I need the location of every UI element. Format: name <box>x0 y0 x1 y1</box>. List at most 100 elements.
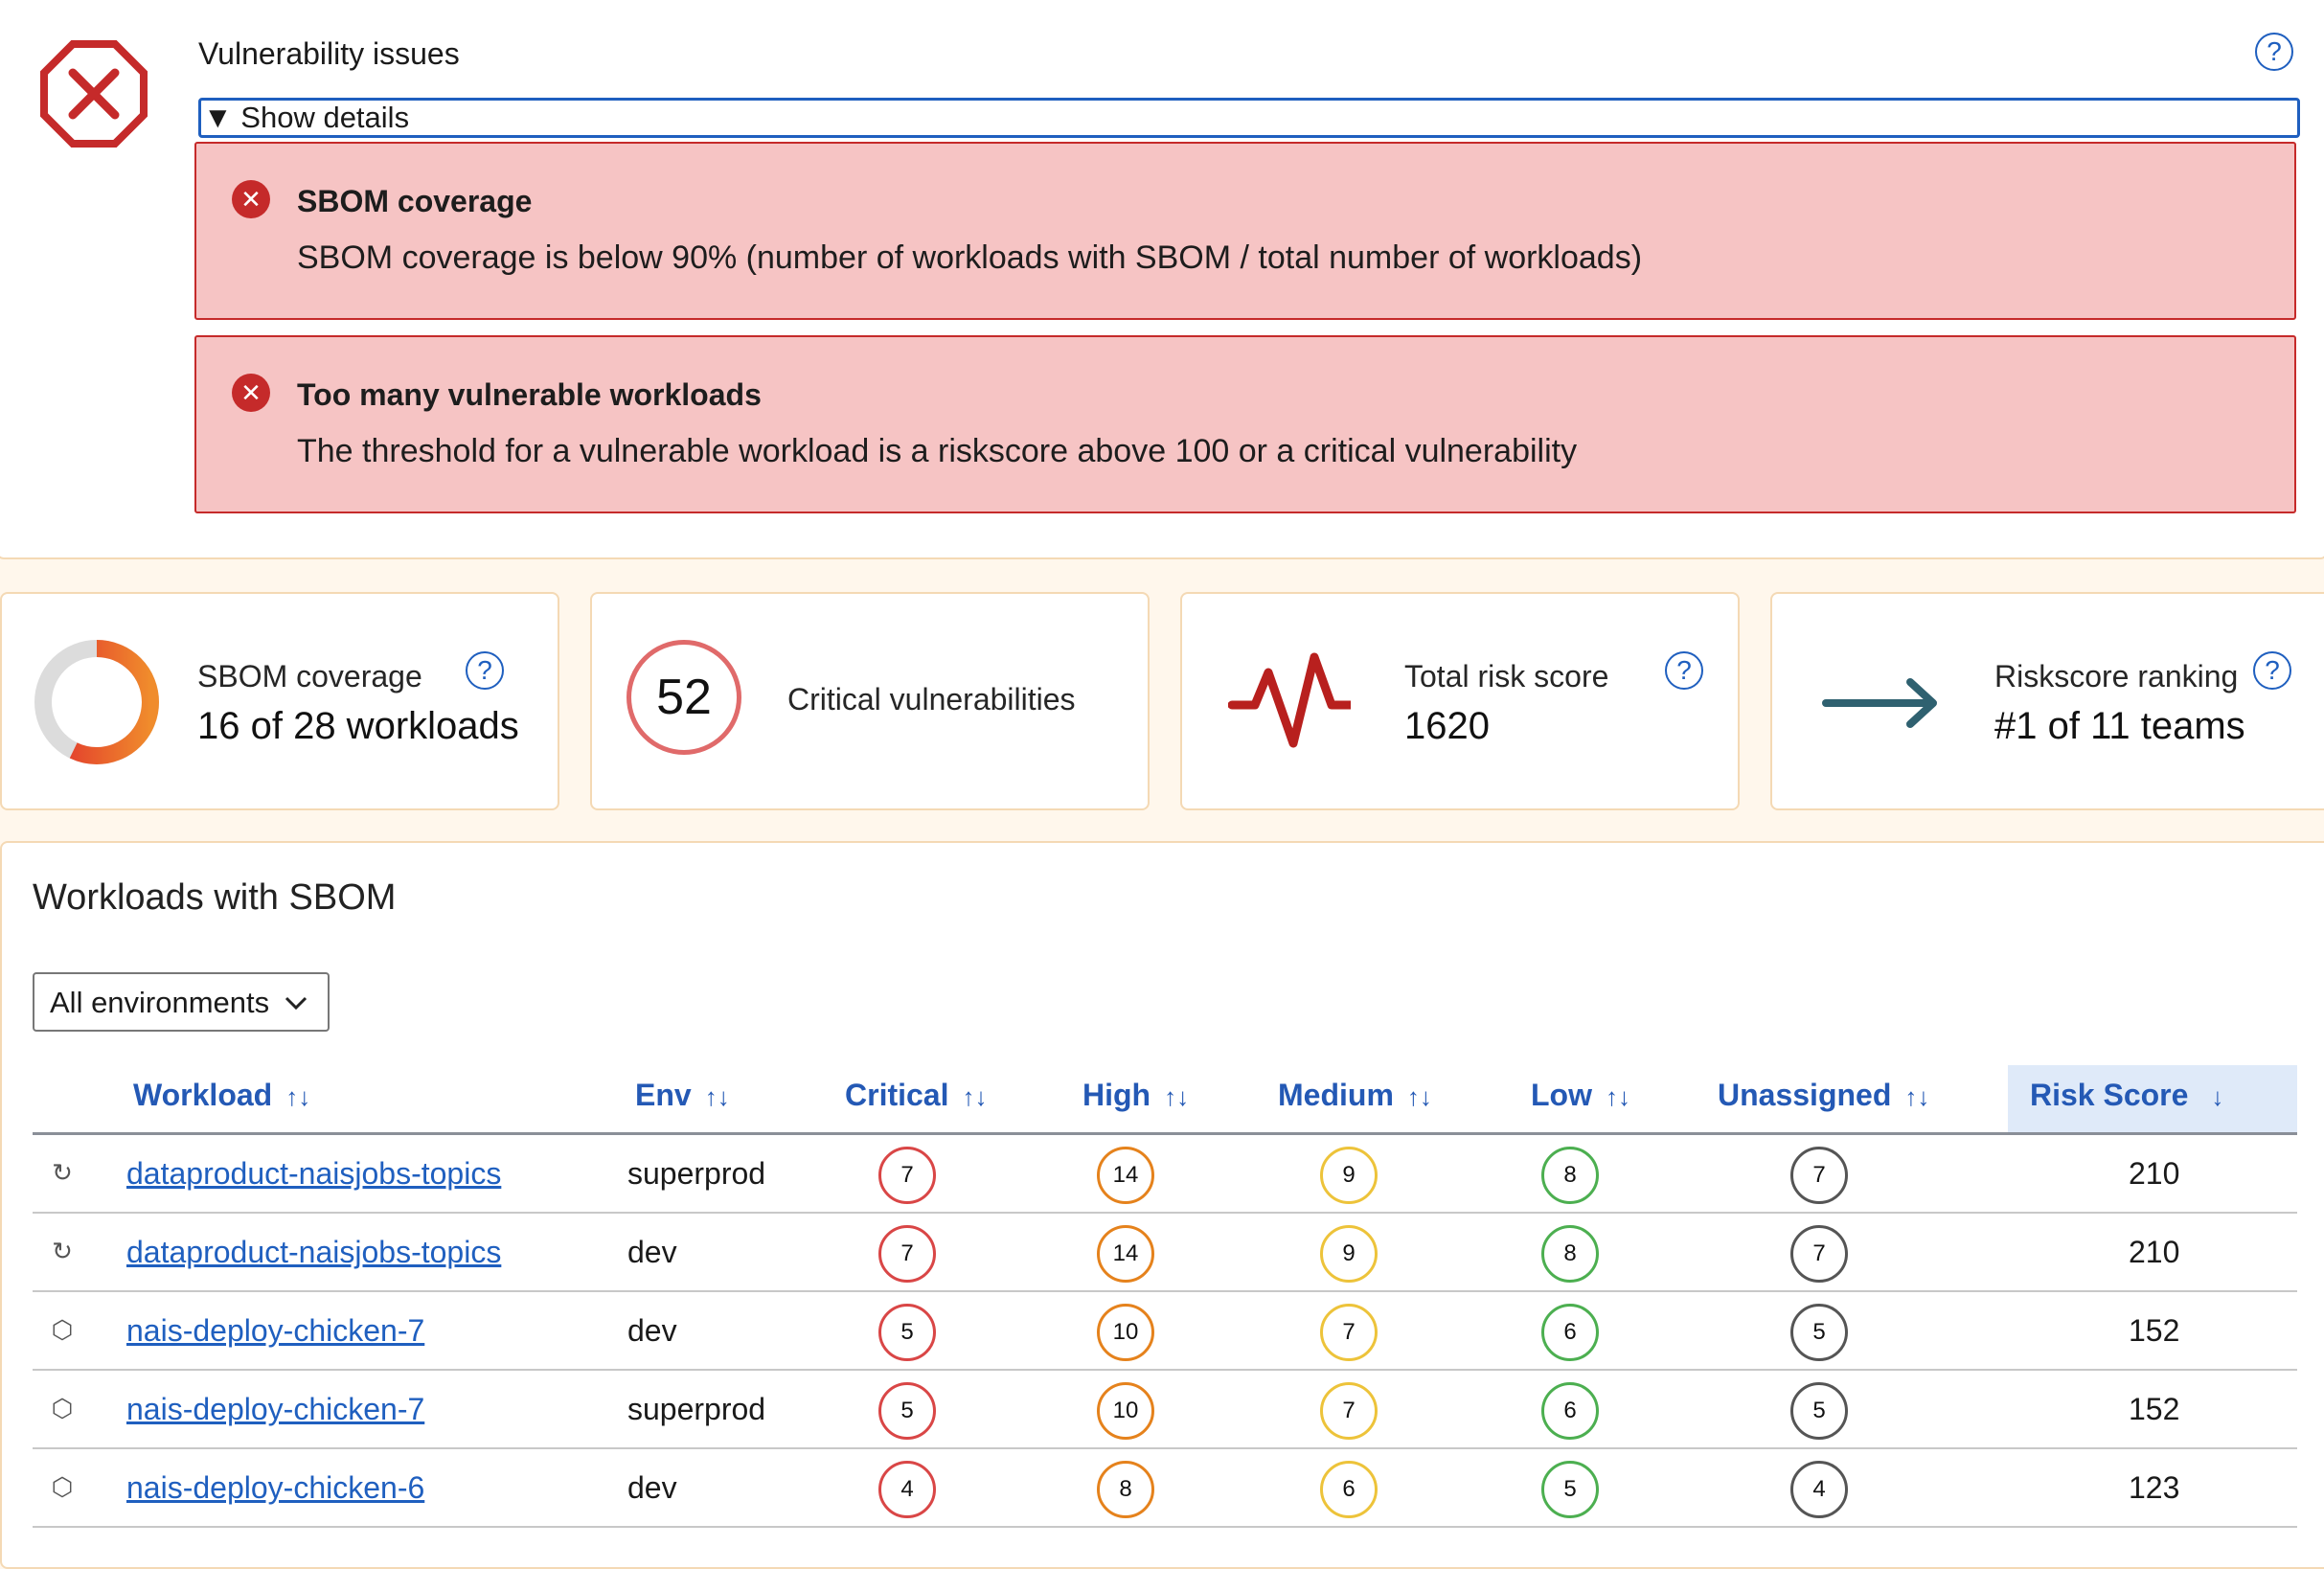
sort-icon: ↑↓ <box>1904 1082 1930 1111</box>
high-count-badge: 10 <box>1097 1382 1154 1440</box>
sort-icon: ↑↓ <box>1406 1082 1432 1111</box>
column-header-workload[interactable]: Workload ↑↓ <box>133 1078 310 1113</box>
table-row: ⬡ nais-deploy-chicken-7 superprod 5 10 7 6 5 152 <box>33 1371 2297 1449</box>
critical-vulnerabilities-label: Critical vulnerabilities <box>787 682 1076 716</box>
medium-count-badge: 6 <box>1320 1461 1378 1518</box>
sort-icon: ↑↓ <box>704 1082 730 1111</box>
medium-count-badge: 7 <box>1320 1304 1378 1361</box>
total-risk-score-card: Total risk score 1620 ? <box>1180 592 1740 810</box>
env-cell: dev <box>627 1313 677 1348</box>
issue-text: SBOM coverage is below 90% (number of wo… <box>297 239 1643 276</box>
riskscore-ranking-value: #1 of 11 teams <box>1994 705 2245 747</box>
unassigned-count-badge: 7 <box>1790 1147 1848 1204</box>
sort-icon: ↑↓ <box>962 1082 988 1111</box>
risk-score-cell: 152 <box>2129 1313 2180 1348</box>
column-header-low[interactable]: Low ↑↓ <box>1531 1078 1630 1113</box>
activity-icon <box>1228 652 1351 748</box>
sorted-desc-icon: ↓ <box>2211 1082 2224 1111</box>
issue-vulnerable-workloads: ✕ Too many vulnerable workloads The thre… <box>194 335 2296 513</box>
critical-count-badge: 52 <box>627 640 741 755</box>
riskscore-ranking-label: Riskscore ranking <box>1994 659 2239 694</box>
show-details-toggle[interactable]: ▼ Show details <box>198 98 2300 138</box>
sort-icon: ↑↓ <box>1605 1082 1630 1111</box>
risk-score-cell: 152 <box>2129 1392 2180 1426</box>
total-risk-score-label: Total risk score <box>1404 659 1609 694</box>
critical-count-badge: 4 <box>878 1461 936 1518</box>
low-count-badge: 5 <box>1541 1461 1599 1518</box>
env-cell: superprod <box>627 1156 766 1191</box>
table-row: ⬡ nais-deploy-chicken-7 dev 5 10 7 6 5 152 <box>33 1292 2297 1371</box>
refresh-icon: ↻ <box>52 1158 73 1187</box>
riskscore-ranking-card: Riskscore ranking #1 of 11 teams ? <box>1770 592 2324 810</box>
table-row: ↻ dataproduct-naisjobs-topics dev 7 14 9 8 7 210 <box>33 1214 2297 1292</box>
help-icon[interactable]: ? <box>2253 651 2291 690</box>
medium-count-badge: 9 <box>1320 1225 1378 1283</box>
vulnerability-issues-card: Vulnerability issues ? ▼ Show details ✕ … <box>0 0 2324 559</box>
critical-vulnerabilities-card: 52 Critical vulnerabilities <box>590 592 1150 810</box>
workload-link[interactable]: dataproduct-naisjobs-topics <box>126 1135 501 1212</box>
high-count-badge: 10 <box>1097 1304 1154 1361</box>
arrow-right-icon <box>1822 678 1937 728</box>
issues-title: Vulnerability issues <box>198 36 460 71</box>
issue-sbom-coverage: ✕ SBOM coverage SBOM coverage is below 9… <box>194 142 2296 320</box>
column-header-env[interactable]: Env ↑↓ <box>635 1078 730 1113</box>
medium-count-badge: 7 <box>1320 1382 1378 1440</box>
column-header-critical[interactable]: Critical ↑↓ <box>845 1078 987 1113</box>
help-icon[interactable]: ? <box>466 651 504 690</box>
total-risk-score-value: 1620 <box>1404 705 1490 747</box>
critical-count-badge: 7 <box>878 1147 936 1204</box>
column-header-high[interactable]: High ↑↓ <box>1082 1078 1189 1113</box>
sbom-coverage-value: 16 of 28 workloads <box>197 705 519 747</box>
env-cell: dev <box>627 1235 677 1269</box>
high-count-badge: 8 <box>1097 1461 1154 1518</box>
low-count-badge: 8 <box>1541 1147 1599 1204</box>
env-cell: superprod <box>627 1392 766 1426</box>
coverage-donut-chart <box>34 640 159 764</box>
workloads-title: Workloads with SBOM <box>33 877 397 918</box>
issue-title: SBOM coverage <box>297 184 533 218</box>
low-count-badge: 6 <box>1541 1382 1599 1440</box>
refresh-icon: ↻ <box>52 1237 73 1265</box>
risk-score-cell: 210 <box>2129 1156 2180 1191</box>
package-icon: ⬡ <box>51 1472 74 1501</box>
sbom-coverage-label: SBOM coverage <box>197 659 422 694</box>
sort-icon: ↑↓ <box>285 1082 311 1111</box>
error-octagon-icon <box>40 40 148 148</box>
column-header-unassigned[interactable]: Unassigned ↑↓ <box>1718 1078 1929 1113</box>
workload-link[interactable]: nais-deploy-chicken-7 <box>126 1292 424 1369</box>
issue-text: The threshold for a vulnerable workload … <box>297 433 1578 469</box>
unassigned-count-badge: 4 <box>1790 1461 1848 1518</box>
medium-count-badge: 9 <box>1320 1147 1378 1204</box>
risk-score-cell: 123 <box>2129 1470 2180 1505</box>
critical-count-badge: 5 <box>878 1304 936 1361</box>
unassigned-count-badge: 7 <box>1790 1225 1848 1283</box>
column-header-risk-score[interactable]: Risk Score ↓ <box>2030 1078 2223 1113</box>
critical-count-badge: 5 <box>878 1382 936 1440</box>
low-count-badge: 8 <box>1541 1225 1599 1283</box>
column-header-medium[interactable]: Medium ↑↓ <box>1278 1078 1432 1113</box>
high-count-badge: 14 <box>1097 1147 1154 1204</box>
help-icon[interactable]: ? <box>1665 651 1703 690</box>
risk-score-cell: 210 <box>2129 1235 2180 1269</box>
package-icon: ⬡ <box>51 1315 74 1344</box>
sbom-coverage-card: SBOM coverage 16 of 28 workloads ? <box>0 592 559 810</box>
env-cell: dev <box>627 1470 677 1505</box>
workload-link[interactable]: nais-deploy-chicken-6 <box>126 1449 424 1526</box>
issue-title: Too many vulnerable workloads <box>297 377 762 412</box>
unassigned-count-badge: 5 <box>1790 1382 1848 1440</box>
low-count-badge: 6 <box>1541 1304 1599 1361</box>
workload-link[interactable]: nais-deploy-chicken-7 <box>126 1371 424 1447</box>
environment-select-value: All environments <box>50 986 270 1019</box>
table-row: ↻ dataproduct-naisjobs-topics superprod 7 14… <box>33 1135 2297 1214</box>
error-circle-icon: ✕ <box>232 180 270 218</box>
chevron-down-icon <box>285 996 308 1011</box>
environment-select[interactable]: All environments <box>33 972 330 1032</box>
workload-link[interactable]: dataproduct-naisjobs-topics <box>126 1214 501 1290</box>
package-icon: ⬡ <box>51 1394 74 1422</box>
high-count-badge: 14 <box>1097 1225 1154 1283</box>
unassigned-count-badge: 5 <box>1790 1304 1848 1361</box>
table-row: ⬡ nais-deploy-chicken-6 dev 4 8 6 5 4 123 <box>33 1449 2297 1528</box>
critical-count-badge: 7 <box>878 1225 936 1283</box>
help-icon[interactable]: ? <box>2255 33 2293 71</box>
sort-icon: ↑↓ <box>1164 1082 1190 1111</box>
